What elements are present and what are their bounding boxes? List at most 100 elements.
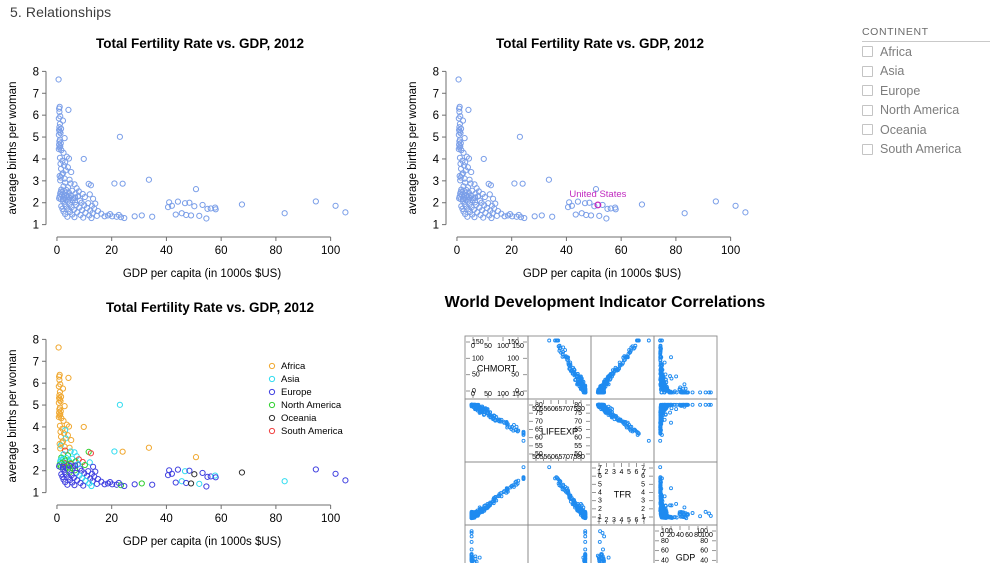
chart-title: Total Fertility Rate vs. GDP, 2012 [105,300,315,315]
svg-text:6: 6 [433,110,439,122]
chart-panel-annotated: Total Fertility Rate vs. GDP, 2012 1 2 3 4 5… [400,36,800,296]
svg-text:100: 100 [321,245,340,257]
svg-text:4: 4 [33,422,40,434]
svg-text:8: 8 [33,66,39,78]
svg-text:50: 50 [511,372,519,379]
svg-text:8: 8 [33,334,39,346]
svg-text:100: 100 [507,355,519,362]
svg-text:2: 2 [33,198,39,210]
filter-item-africa[interactable]: Africa [862,42,990,62]
svg-text:4: 4 [620,469,624,476]
chart-panel-by-continent: Total Fertility Rate vs. GDP, 2012 1 2 3 4 5… [0,300,420,563]
svg-text:40: 40 [160,513,173,525]
svg-text:average births per woman: average births per woman [7,350,19,483]
scatter-plot-annotated[interactable]: 123456780 20 40 60 80 100GDP per capita (in 1… [400,51,800,296]
filter-item-asia[interactable]: Asia [862,62,990,82]
svg-text:7: 7 [33,356,39,368]
chart-panel-plain: Total Fertility Rate vs. GDP, 2012 1 2 3 4 5… [0,36,400,296]
svg-text:65: 65 [535,427,543,434]
svg-text:2: 2 [641,506,645,513]
svg-text:3: 3 [33,444,39,456]
scatter-plot-by-continent[interactable]: 123456780 20 40 60 80 100GDP per capita (in 1… [0,315,420,563]
svg-text:40: 40 [676,532,684,539]
checkbox-icon[interactable] [862,124,873,136]
checkbox-icon[interactable] [862,143,873,155]
scatterplot-matrix[interactable]: CHMORT0501001500501001500501001500501001… [425,312,785,563]
filter-item-europe[interactable]: Europe [862,81,990,101]
svg-text:8: 8 [433,66,439,78]
svg-text:6: 6 [635,469,639,476]
svg-text:80: 80 [269,513,282,525]
svg-text:60: 60 [535,435,543,442]
chart-title: Total Fertility Rate vs. GDP, 2012 [95,36,305,51]
svg-text:4: 4 [33,154,40,166]
svg-text:GDP: GDP [676,553,696,563]
svg-text:100: 100 [701,532,713,539]
svg-text:60: 60 [574,435,582,442]
svg-text:4: 4 [641,490,645,497]
svg-text:3: 3 [641,498,645,505]
svg-text:100: 100 [472,355,484,362]
svg-text:5: 5 [33,132,39,144]
checkbox-icon[interactable] [862,85,873,97]
svg-text:GDP per capita (in 1000s $US): GDP per capita (in 1000s $US) [523,268,681,280]
filter-label: Africa [880,44,912,59]
filter-label: North America [880,103,960,118]
svg-text:3: 3 [433,176,439,188]
filter-item-north-america[interactable]: North America [862,101,990,121]
svg-text:6: 6 [33,378,39,390]
svg-text:65: 65 [574,427,582,434]
continent-filter-panel: CONTINENT Africa Asia Europe North Ameri… [862,26,990,159]
filter-label: Oceania [880,122,927,137]
svg-text:United States: United States [569,189,626,200]
svg-text:GDP per capita (in 1000s $US): GDP per capita (in 1000s $US) [123,536,281,548]
svg-text:40: 40 [661,557,669,563]
svg-text:55: 55 [535,443,543,450]
filter-item-oceania[interactable]: Oceania [862,120,990,140]
svg-text:3: 3 [612,469,616,476]
svg-text:20: 20 [105,513,118,525]
svg-text:7: 7 [433,88,439,100]
svg-text:3: 3 [33,176,39,188]
svg-text:7: 7 [642,469,646,476]
svg-text:80: 80 [269,245,282,257]
svg-text:40: 40 [700,557,708,563]
svg-text:4: 4 [433,154,440,166]
svg-text:LIFEEXP: LIFEEXP [541,427,578,437]
svg-text:80: 80 [577,406,585,413]
svg-text:average births per woman: average births per woman [407,82,419,215]
svg-text:60: 60 [215,513,228,525]
svg-text:0: 0 [54,513,60,525]
svg-text:1: 1 [33,488,39,500]
svg-text:5: 5 [598,481,602,488]
svg-text:0: 0 [454,245,460,257]
chart-title: Total Fertility Rate vs. GDP, 2012 [495,36,705,51]
filter-item-south-america[interactable]: South America [862,140,990,160]
svg-text:average births per woman: average births per woman [7,82,19,215]
svg-text:80: 80 [669,245,682,257]
svg-text:60: 60 [685,532,693,539]
svg-text:5: 5 [433,132,439,144]
svg-text:60: 60 [700,548,708,555]
svg-text:50: 50 [472,372,480,379]
svg-text:0: 0 [54,245,60,257]
svg-text:150: 150 [512,343,524,350]
svg-text:2: 2 [433,198,439,210]
checkbox-icon[interactable] [862,104,873,116]
scatter-plot-plain[interactable]: 123456780 20 40 60 80 100GDP per capita (in 1… [0,51,400,296]
page-title: 5. Relationships [10,4,112,20]
svg-text:1: 1 [33,220,39,232]
svg-text:North America: North America [281,400,342,411]
filter-label: Europe [880,83,921,98]
svg-text:100: 100 [497,343,509,350]
checkbox-icon[interactable] [862,46,873,58]
svg-text:70: 70 [574,418,582,425]
svg-text:Europe: Europe [281,387,312,398]
svg-text:2: 2 [33,466,39,478]
svg-text:GDP per capita (in 1000s $US): GDP per capita (in 1000s $US) [123,268,281,280]
svg-text:50: 50 [484,343,492,350]
svg-text:Oceania: Oceania [281,413,317,424]
svg-text:TFR: TFR [614,490,632,500]
svg-text:100: 100 [321,513,340,525]
checkbox-icon[interactable] [862,65,873,77]
